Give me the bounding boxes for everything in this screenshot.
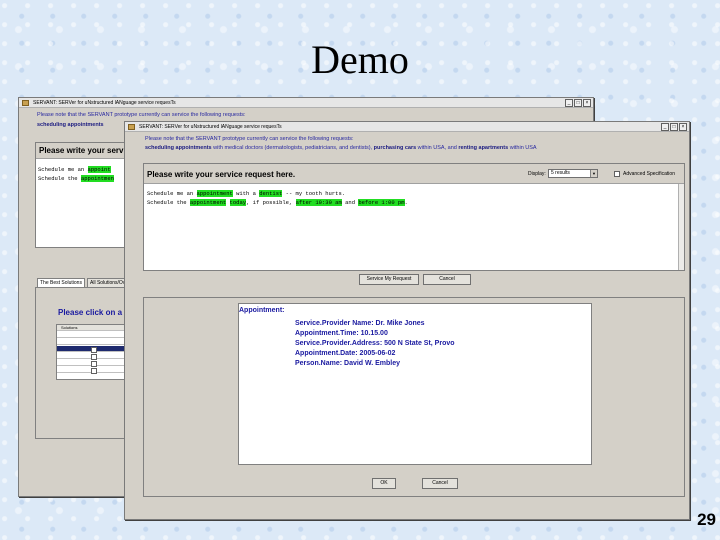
back-request-line-1: Schedule me an appoint <box>38 166 111 173</box>
back-request-line-2: Schedule the appointmen <box>38 175 114 182</box>
result-field-person: Person.Name: David W. Embley <box>295 360 401 367</box>
maximize-icon[interactable]: □ <box>574 99 582 107</box>
advanced-label: Advanced Specification <box>623 171 675 177</box>
front-note-line2: scheduling appointments with medical doc… <box>145 145 537 151</box>
ok-button[interactable]: OK <box>372 478 396 489</box>
result-field-date: Appointment.Date: 2005-06-02 <box>295 350 396 357</box>
result-field-address: Service.Provider.Address: 500 N State St… <box>295 340 455 347</box>
request-panel: Please write your service request here. … <box>143 163 685 271</box>
request-textarea[interactable]: Schedule me an appointment with a dentis… <box>145 186 677 269</box>
minimize-icon[interactable]: _ <box>565 99 573 107</box>
app-icon <box>22 100 29 106</box>
back-window-titlebar[interactable]: SERVANT: SERVer for uNstructured lANguag… <box>19 98 593 108</box>
display-select[interactable]: 5 results ▼ <box>548 169 598 178</box>
request-line-1: Schedule me an appointment with a dentis… <box>147 190 346 197</box>
front-window-title: SERVANT: SERVer for uNstructured lANguag… <box>139 124 282 130</box>
request-line-2: Schedule the appointment today, if possi… <box>147 199 408 206</box>
chevron-down-icon: ▼ <box>590 170 597 177</box>
result-panel: Appointment: Service.Provider Name: Dr. … <box>238 303 592 465</box>
results-area: Appointment: Service.Provider Name: Dr. … <box>143 297 685 497</box>
front-note-line1: Please note that the SERVANT prototype c… <box>145 136 354 142</box>
solution-checkbox-4[interactable] <box>91 368 97 374</box>
result-field-time: Appointment.Time: 10.15.00 <box>295 330 388 337</box>
result-field-provider: Service.Provider Name: Dr. Mike Jones <box>295 320 425 327</box>
tab-all-solutions[interactable]: All Solutions/Ov <box>87 278 129 287</box>
request-scrollbar[interactable] <box>678 184 684 270</box>
front-window: SERVANT: SERVer for uNstructured lANguag… <box>124 121 690 520</box>
solution-checkbox-2[interactable] <box>91 354 97 360</box>
maximize-icon[interactable]: □ <box>670 123 678 131</box>
back-note-line1: Please note that the SERVANT prototype c… <box>37 112 246 118</box>
close-icon[interactable]: × <box>679 123 687 131</box>
minimize-icon[interactable]: _ <box>661 123 669 131</box>
close-icon[interactable]: × <box>583 99 591 107</box>
solution-checkbox-1[interactable] <box>91 347 97 353</box>
result-label: Appointment: <box>239 307 285 314</box>
tab-best-solutions[interactable]: The Best Solutions <box>37 278 85 287</box>
cancel-button[interactable]: Cancel <box>423 274 471 285</box>
result-cancel-button[interactable]: Cancel <box>422 478 458 489</box>
display-label: Display: <box>528 171 546 177</box>
request-heading: Please write your service request here. <box>147 170 296 179</box>
app-icon <box>128 124 135 130</box>
page-number: 29 <box>697 510 716 529</box>
advanced-checkbox[interactable] <box>614 171 620 177</box>
slide-title: Demo <box>311 37 409 82</box>
service-request-button[interactable]: Service My Request <box>359 274 419 285</box>
solution-checkbox-3[interactable] <box>91 361 97 367</box>
back-window-title: SERVANT: SERVer for uNstructured lANguag… <box>33 100 176 106</box>
back-list-heading: Please click on a d <box>58 308 130 317</box>
front-window-titlebar[interactable]: SERVANT: SERVer for uNstructured lANguag… <box>125 122 689 132</box>
back-note-line2: scheduling appointments <box>37 122 104 128</box>
